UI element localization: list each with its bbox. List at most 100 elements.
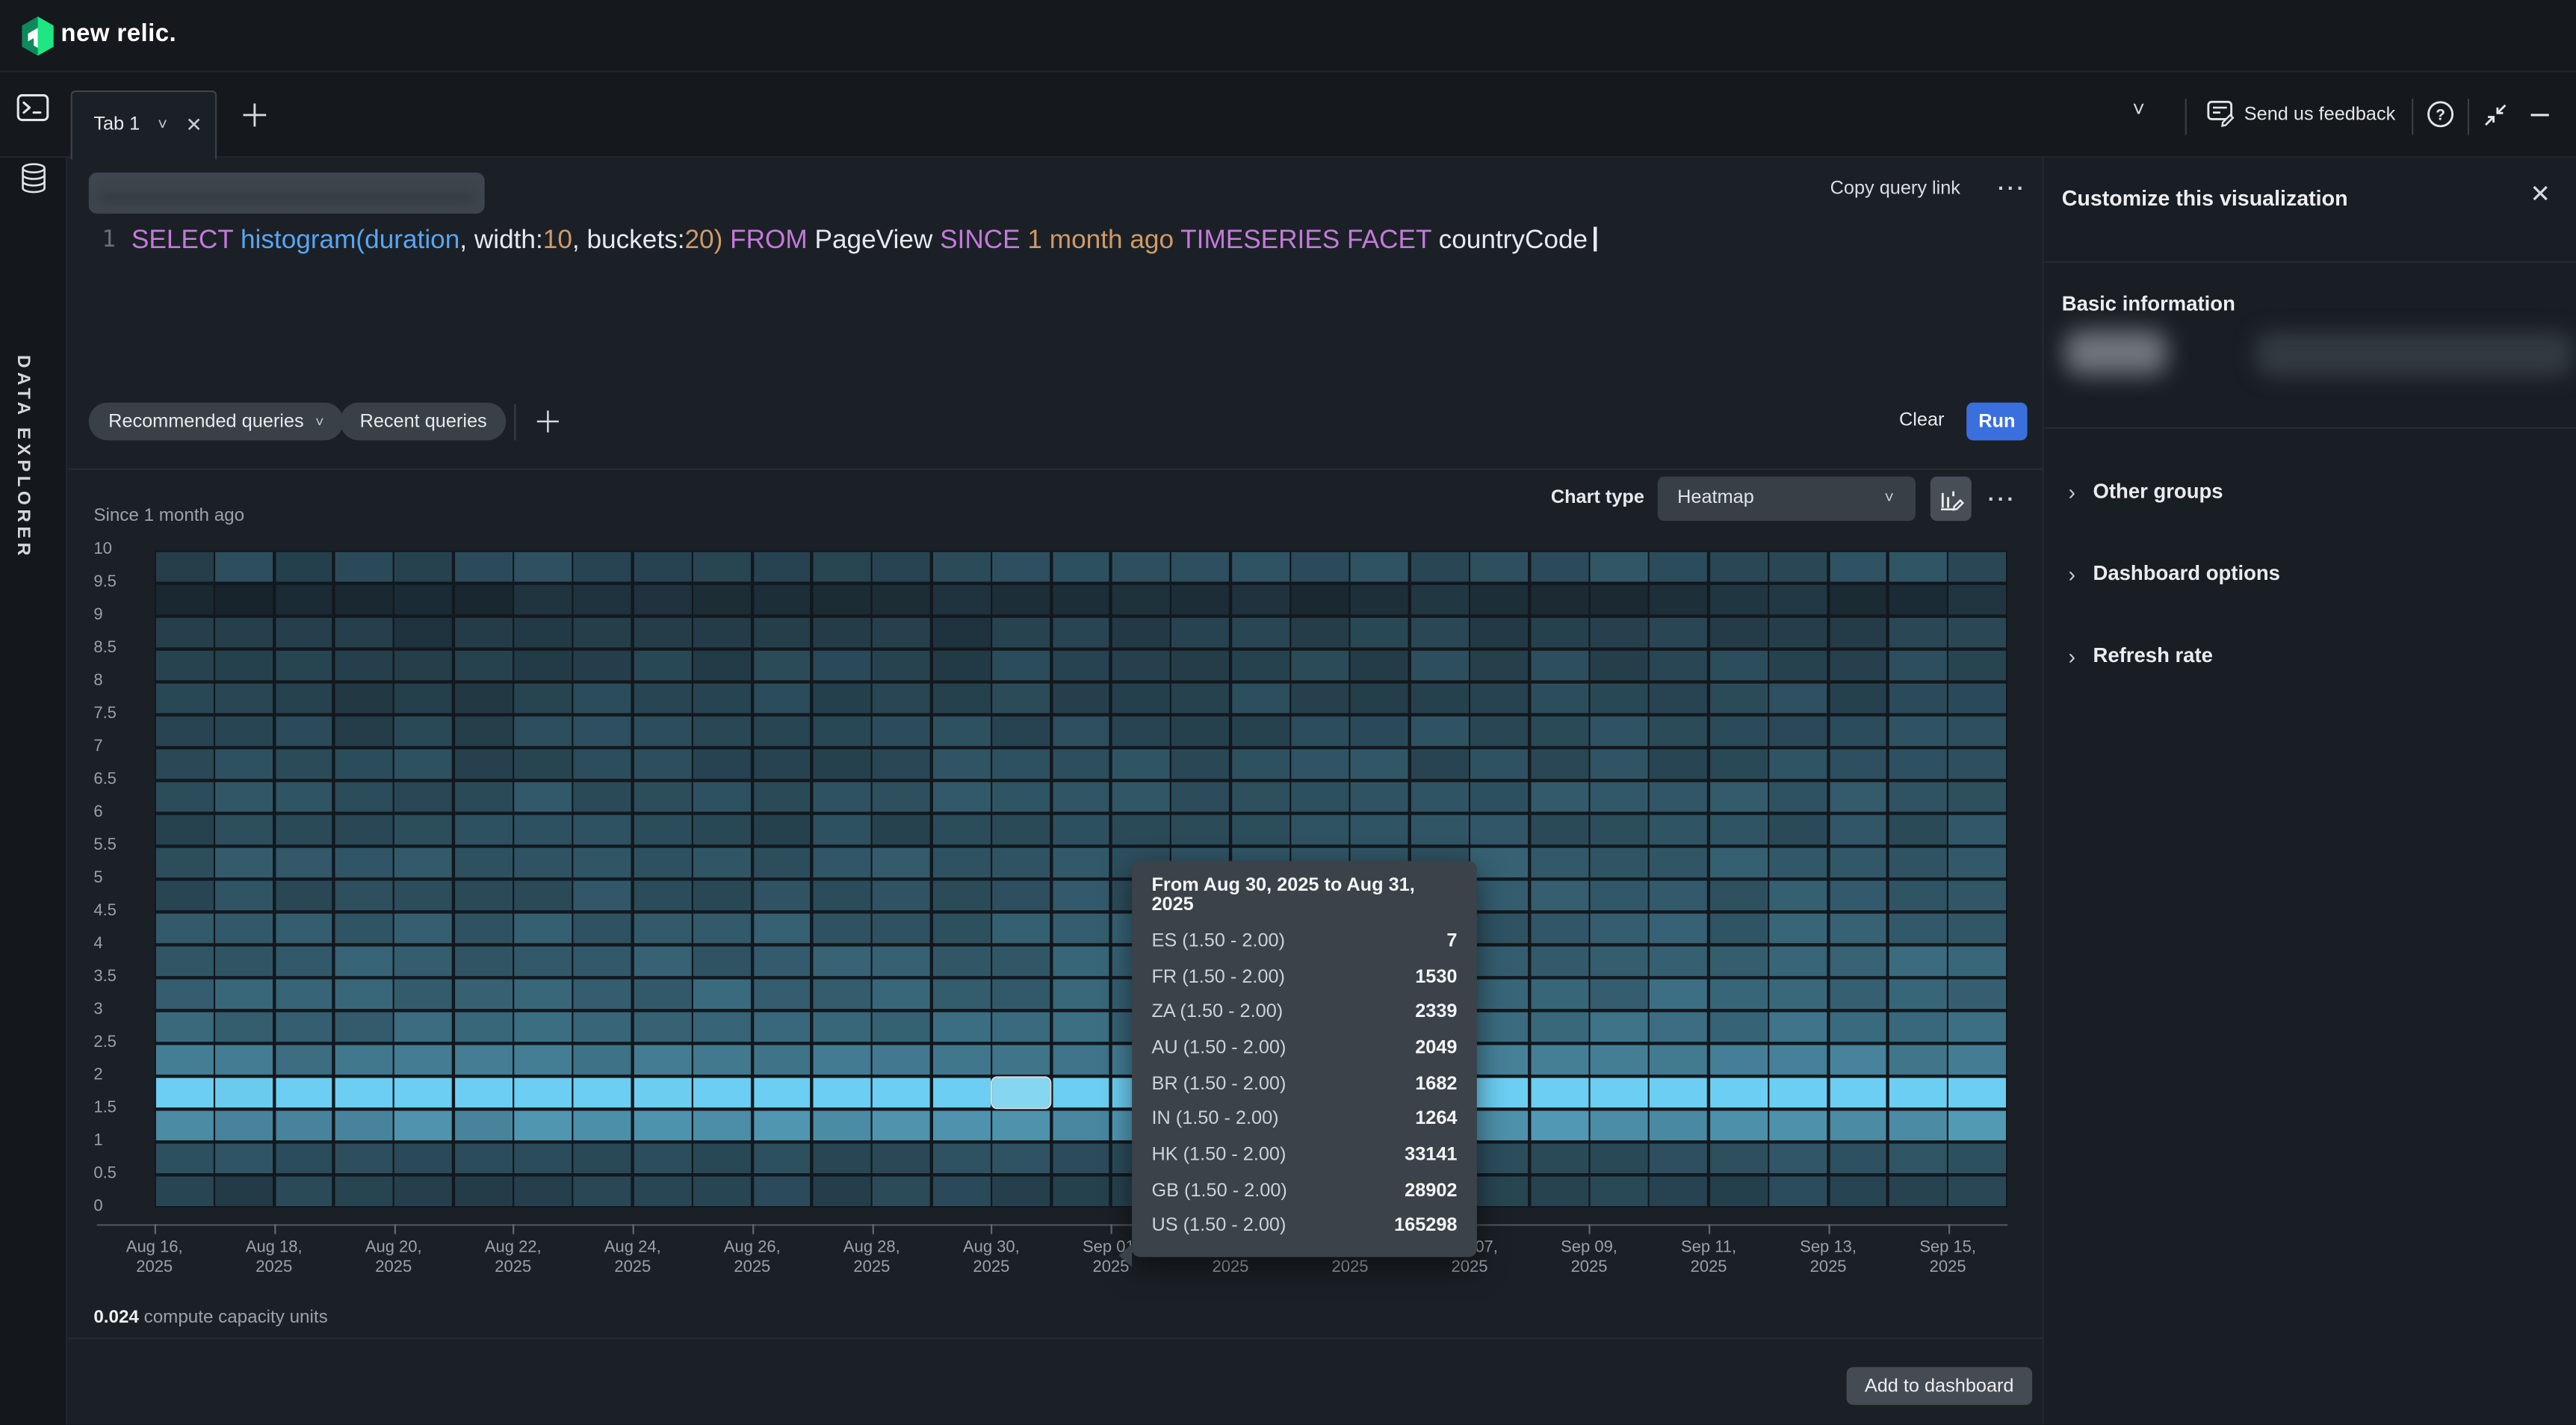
heatmap-cell[interactable] [873, 1143, 931, 1174]
heatmap-cell[interactable] [1770, 880, 1827, 911]
heatmap-cell[interactable] [1889, 551, 1947, 582]
heatmap-cell[interactable] [1053, 1078, 1110, 1108]
heatmap-cell[interactable] [933, 1143, 991, 1174]
heatmap-cell[interactable] [1889, 650, 1947, 681]
heatmap-cell[interactable] [275, 1078, 332, 1108]
heatmap-cell[interactable] [1949, 1012, 2007, 1042]
heatmap-cell[interactable] [1053, 1045, 1110, 1075]
feedback-icon[interactable] [2206, 99, 2236, 129]
heatmap-cell[interactable] [275, 1045, 332, 1075]
heatmap-cell[interactable] [1053, 1143, 1110, 1174]
heatmap-cell[interactable] [1591, 650, 1648, 681]
heatmap-cell[interactable] [514, 551, 572, 582]
heatmap-cell[interactable] [1770, 1078, 1827, 1108]
heatmap-cell[interactable] [1471, 1012, 1529, 1042]
heatmap-cell[interactable] [574, 749, 631, 779]
heatmap-cell[interactable] [275, 683, 332, 714]
heatmap-cell[interactable] [275, 716, 332, 746]
heatmap-cell[interactable] [574, 617, 631, 648]
heatmap-cell[interactable] [993, 979, 1050, 1010]
heatmap-cell[interactable] [1650, 946, 1708, 977]
heatmap-cell[interactable] [1949, 1045, 2007, 1075]
heatmap-cell[interactable] [753, 716, 811, 746]
heatmap-cell[interactable] [1770, 749, 1827, 779]
heatmap-cell[interactable] [1352, 551, 1409, 582]
heatmap-cell[interactable] [1949, 584, 2007, 615]
heatmap-cell[interactable] [574, 979, 631, 1010]
heatmap-cell[interactable] [1591, 1078, 1648, 1108]
heatmap-cell[interactable] [1471, 782, 1529, 812]
heatmap-cell[interactable] [1352, 617, 1409, 648]
heatmap-cell[interactable] [1591, 683, 1648, 714]
heatmap-cell[interactable] [275, 913, 332, 944]
heatmap-cell[interactable] [1411, 650, 1469, 681]
heatmap-cell[interactable] [1830, 979, 1887, 1010]
heatmap-cell[interactable] [1471, 979, 1529, 1010]
heatmap-cell[interactable] [933, 584, 991, 615]
heatmap-cell[interactable] [394, 946, 452, 977]
heatmap-cell[interactable] [873, 551, 931, 582]
heatmap-cell[interactable] [993, 1045, 1050, 1075]
heatmap-cell[interactable] [454, 617, 512, 648]
heatmap-cell[interactable] [1889, 1012, 1947, 1042]
heatmap-cell[interactable] [454, 584, 512, 615]
heatmap-cell[interactable] [813, 1078, 870, 1108]
heatmap-cell[interactable] [574, 946, 631, 977]
heatmap-cell[interactable] [753, 749, 811, 779]
heatmap-cell[interactable] [693, 1078, 751, 1108]
heatmap-cell[interactable] [1531, 814, 1588, 845]
heatmap-cell[interactable] [634, 749, 691, 779]
heatmap-cell[interactable] [933, 617, 991, 648]
heatmap-cell[interactable] [1830, 1078, 1887, 1108]
heatmap-cell[interactable] [1650, 1078, 1708, 1108]
heatmap-cell[interactable] [1531, 650, 1588, 681]
heatmap-cell[interactable] [155, 880, 213, 911]
heatmap-cell[interactable] [335, 584, 392, 615]
heatmap-cell[interactable] [693, 847, 751, 878]
heatmap-cell[interactable] [813, 946, 870, 977]
heatmap-cell[interactable] [634, 551, 691, 582]
heatmap-cell[interactable] [335, 979, 392, 1010]
heatmap-cell[interactable] [873, 584, 931, 615]
heatmap-cell[interactable] [1770, 716, 1827, 746]
heatmap-cell[interactable] [514, 683, 572, 714]
heatmap-cell[interactable] [275, 979, 332, 1010]
heatmap-cell[interactable] [1172, 584, 1230, 615]
heatmap-cell[interactable] [574, 880, 631, 911]
heatmap-cell[interactable] [215, 1045, 273, 1075]
add-to-dashboard-button[interactable]: Add to dashboard [1847, 1367, 2032, 1406]
heatmap-cell[interactable] [155, 847, 213, 878]
heatmap-cell[interactable] [1471, 749, 1529, 779]
heatmap-cell[interactable] [933, 650, 991, 681]
heatmap-cell[interactable] [1889, 683, 1947, 714]
heatmap-cell[interactable] [993, 683, 1050, 714]
heatmap-cell[interactable] [1471, 551, 1529, 582]
heatmap-cell[interactable] [873, 617, 931, 648]
heatmap-cell[interactable] [1830, 1012, 1887, 1042]
heatmap-cell[interactable] [933, 1110, 991, 1141]
heatmap-cell[interactable] [574, 1012, 631, 1042]
heatmap-cell[interactable] [1650, 1176, 1708, 1207]
heatmap-cell[interactable] [215, 1078, 273, 1108]
heatmap-cell[interactable] [1531, 913, 1588, 944]
heatmap-cell[interactable] [155, 1078, 213, 1108]
heatmap-cell[interactable] [753, 1143, 811, 1174]
heatmap-cell[interactable] [1949, 551, 2007, 582]
heatmap-cell[interactable] [1650, 847, 1708, 878]
heatmap-cell[interactable] [693, 551, 751, 582]
heatmap-cell[interactable] [873, 1110, 931, 1141]
heatmap-cell[interactable] [574, 584, 631, 615]
heatmap-cell[interactable] [514, 1176, 572, 1207]
heatmap-cell[interactable] [933, 683, 991, 714]
heatmap-cell[interactable] [335, 551, 392, 582]
heatmap-cell[interactable] [873, 1176, 931, 1207]
heatmap-cell[interactable] [1770, 946, 1827, 977]
heatmap-cell[interactable] [155, 913, 213, 944]
heatmap-cell[interactable] [873, 847, 931, 878]
heatmap-cell[interactable] [753, 551, 811, 582]
heatmap-cell[interactable] [1531, 716, 1588, 746]
heatmap-cell[interactable] [215, 650, 273, 681]
heatmap-cell[interactable] [993, 1110, 1050, 1141]
heatmap-cell[interactable] [514, 650, 572, 681]
heatmap-cell[interactable] [1889, 1176, 1947, 1207]
